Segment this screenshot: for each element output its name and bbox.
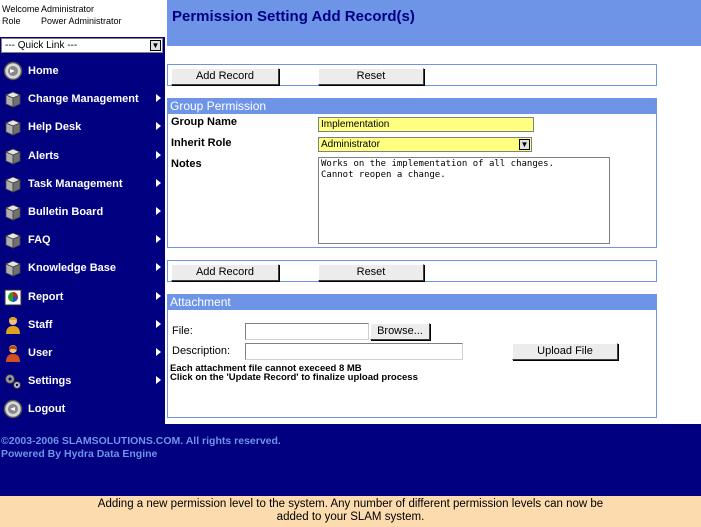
chevron-down-icon: ▼	[519, 139, 530, 150]
group-name-label: Group Name	[171, 116, 238, 128]
report-icon	[2, 286, 24, 308]
chevron-right-icon	[156, 235, 161, 244]
page-header: Permission Setting Add Record(s)	[167, 0, 701, 46]
home-icon	[2, 60, 24, 82]
role-value: Power Administrator	[41, 16, 122, 26]
chevron-right-icon	[156, 206, 161, 215]
attachment-header: Attachment	[168, 295, 656, 310]
add-record-button[interactable]: Add Record	[171, 264, 279, 281]
file-label: File:	[172, 325, 193, 337]
group-name-input[interactable]: Implementation	[318, 117, 534, 132]
chevron-right-icon	[156, 122, 161, 131]
sidebar-item-alerts[interactable]: Alerts	[0, 142, 165, 170]
inherit-role-select[interactable]: Administrator ▼	[318, 137, 532, 152]
sidebar-item-knowledge-base[interactable]: Knowledge Base	[0, 254, 165, 282]
sidebar-item-label: Staff	[28, 318, 53, 331]
sidebar: Welcome Administrator Role Power Adminis…	[0, 0, 165, 424]
welcome-value: Administrator	[41, 4, 95, 14]
finalize-note: Click on the 'Update Record' to finalize…	[170, 372, 418, 383]
chevron-right-icon	[156, 319, 161, 328]
attachment-panel: Attachment File: Browse... Description: …	[167, 294, 657, 418]
sidebar-item-help-desk[interactable]: Help Desk	[0, 113, 165, 141]
cube-icon	[2, 173, 24, 195]
sidebar-item-logout[interactable]: Logout	[0, 395, 165, 423]
sidebar-item-home[interactable]: Home	[0, 57, 165, 85]
sidebar-item-label: FAQ	[28, 234, 51, 247]
gears-icon	[2, 370, 24, 392]
caption-line-1: Adding a new permission level to the sys…	[97, 498, 604, 510]
group-permission-panel: Group Permission Group Name Implementati…	[167, 98, 657, 248]
logout-icon	[2, 398, 24, 420]
sidebar-item-report[interactable]: Report	[0, 283, 165, 311]
reset-button[interactable]: Reset	[318, 264, 424, 281]
powered-by-text: Powered By Hydra Data Engine	[1, 448, 158, 460]
group-permission-header: Group Permission	[168, 99, 656, 114]
sidebar-item-label: Logout	[28, 403, 66, 416]
browse-button[interactable]: Browse...	[370, 323, 430, 340]
inherit-role-value: Administrator	[321, 139, 380, 150]
upload-file-button[interactable]: Upload File	[512, 343, 618, 360]
bottom-button-bar: Add Record Reset	[167, 260, 657, 282]
footer: ©2003-2006 SLAMSOLUTIONS.COM. All rights…	[0, 424, 701, 496]
chevron-down-icon: ▼	[150, 40, 161, 51]
chevron-right-icon	[156, 291, 161, 300]
chevron-right-icon	[156, 150, 161, 159]
reset-button[interactable]: Reset	[318, 68, 424, 85]
chevron-right-icon	[156, 263, 161, 272]
sidebar-item-label: Settings	[28, 375, 72, 388]
staff-icon	[2, 314, 24, 336]
sidebar-item-label: Task Management	[28, 177, 123, 190]
cube-icon	[2, 257, 24, 279]
sidebar-item-label: User	[28, 346, 53, 359]
caption: Adding a new permission level to the sys…	[0, 496, 701, 527]
welcome-label: Welcome	[2, 4, 40, 14]
copyright-text: ©2003-2006 SLAMSOLUTIONS.COM. All rights…	[1, 435, 281, 447]
quick-link-select[interactable]: --- Quick Link --- ▼	[1, 38, 163, 53]
chevron-right-icon	[156, 347, 161, 356]
chevron-right-icon	[156, 376, 161, 385]
sidebar-item-bulletin-board[interactable]: Bulletin Board	[0, 198, 165, 226]
sidebar-menu: Home Change Management Help Desk Alerts Task…	[0, 57, 165, 423]
cube-icon	[2, 145, 24, 167]
description-label: Description:	[172, 345, 231, 357]
sidebar-item-faq[interactable]: FAQ	[0, 226, 165, 254]
sidebar-item-label: Knowledge Base	[28, 262, 117, 275]
notes-label: Notes	[171, 158, 202, 170]
notes-textarea[interactable]: Works on the implementation of all chang…	[318, 157, 610, 244]
cube-icon	[2, 229, 24, 251]
cube-icon	[2, 88, 24, 110]
add-record-button[interactable]: Add Record	[171, 68, 279, 85]
chevron-right-icon	[156, 94, 161, 103]
sidebar-item-task-management[interactable]: Task Management	[0, 170, 165, 198]
chevron-right-icon	[156, 178, 161, 187]
sidebar-item-label: Alerts	[28, 149, 60, 162]
sidebar-item-label: Bulletin Board	[28, 206, 104, 219]
sidebar-item-label: Report	[28, 290, 64, 303]
quick-link-value: --- Quick Link ---	[5, 40, 78, 51]
page-title: Permission Setting Add Record(s)	[172, 8, 415, 25]
inherit-role-label: Inherit Role	[171, 137, 232, 149]
sidebar-item-label: Home	[28, 65, 59, 78]
sidebar-item-staff[interactable]: Staff	[0, 311, 165, 339]
file-input[interactable]	[245, 323, 369, 340]
role-label: Role	[2, 16, 21, 26]
sidebar-item-label: Help Desk	[28, 121, 82, 134]
cube-icon	[2, 116, 24, 138]
sidebar-item-settings[interactable]: Settings	[0, 367, 165, 395]
top-button-bar: Add Record Reset	[167, 64, 657, 86]
sidebar-item-user[interactable]: User	[0, 339, 165, 367]
user-info: Welcome Administrator Role Power Adminis…	[0, 0, 165, 37]
sidebar-item-change-management[interactable]: Change Management	[0, 85, 165, 113]
description-input[interactable]	[245, 343, 463, 360]
cube-icon	[2, 201, 24, 223]
sidebar-item-label: Change Management	[28, 93, 139, 106]
caption-line-2: added to your SLAM system.	[276, 511, 425, 523]
user-icon	[2, 342, 24, 364]
